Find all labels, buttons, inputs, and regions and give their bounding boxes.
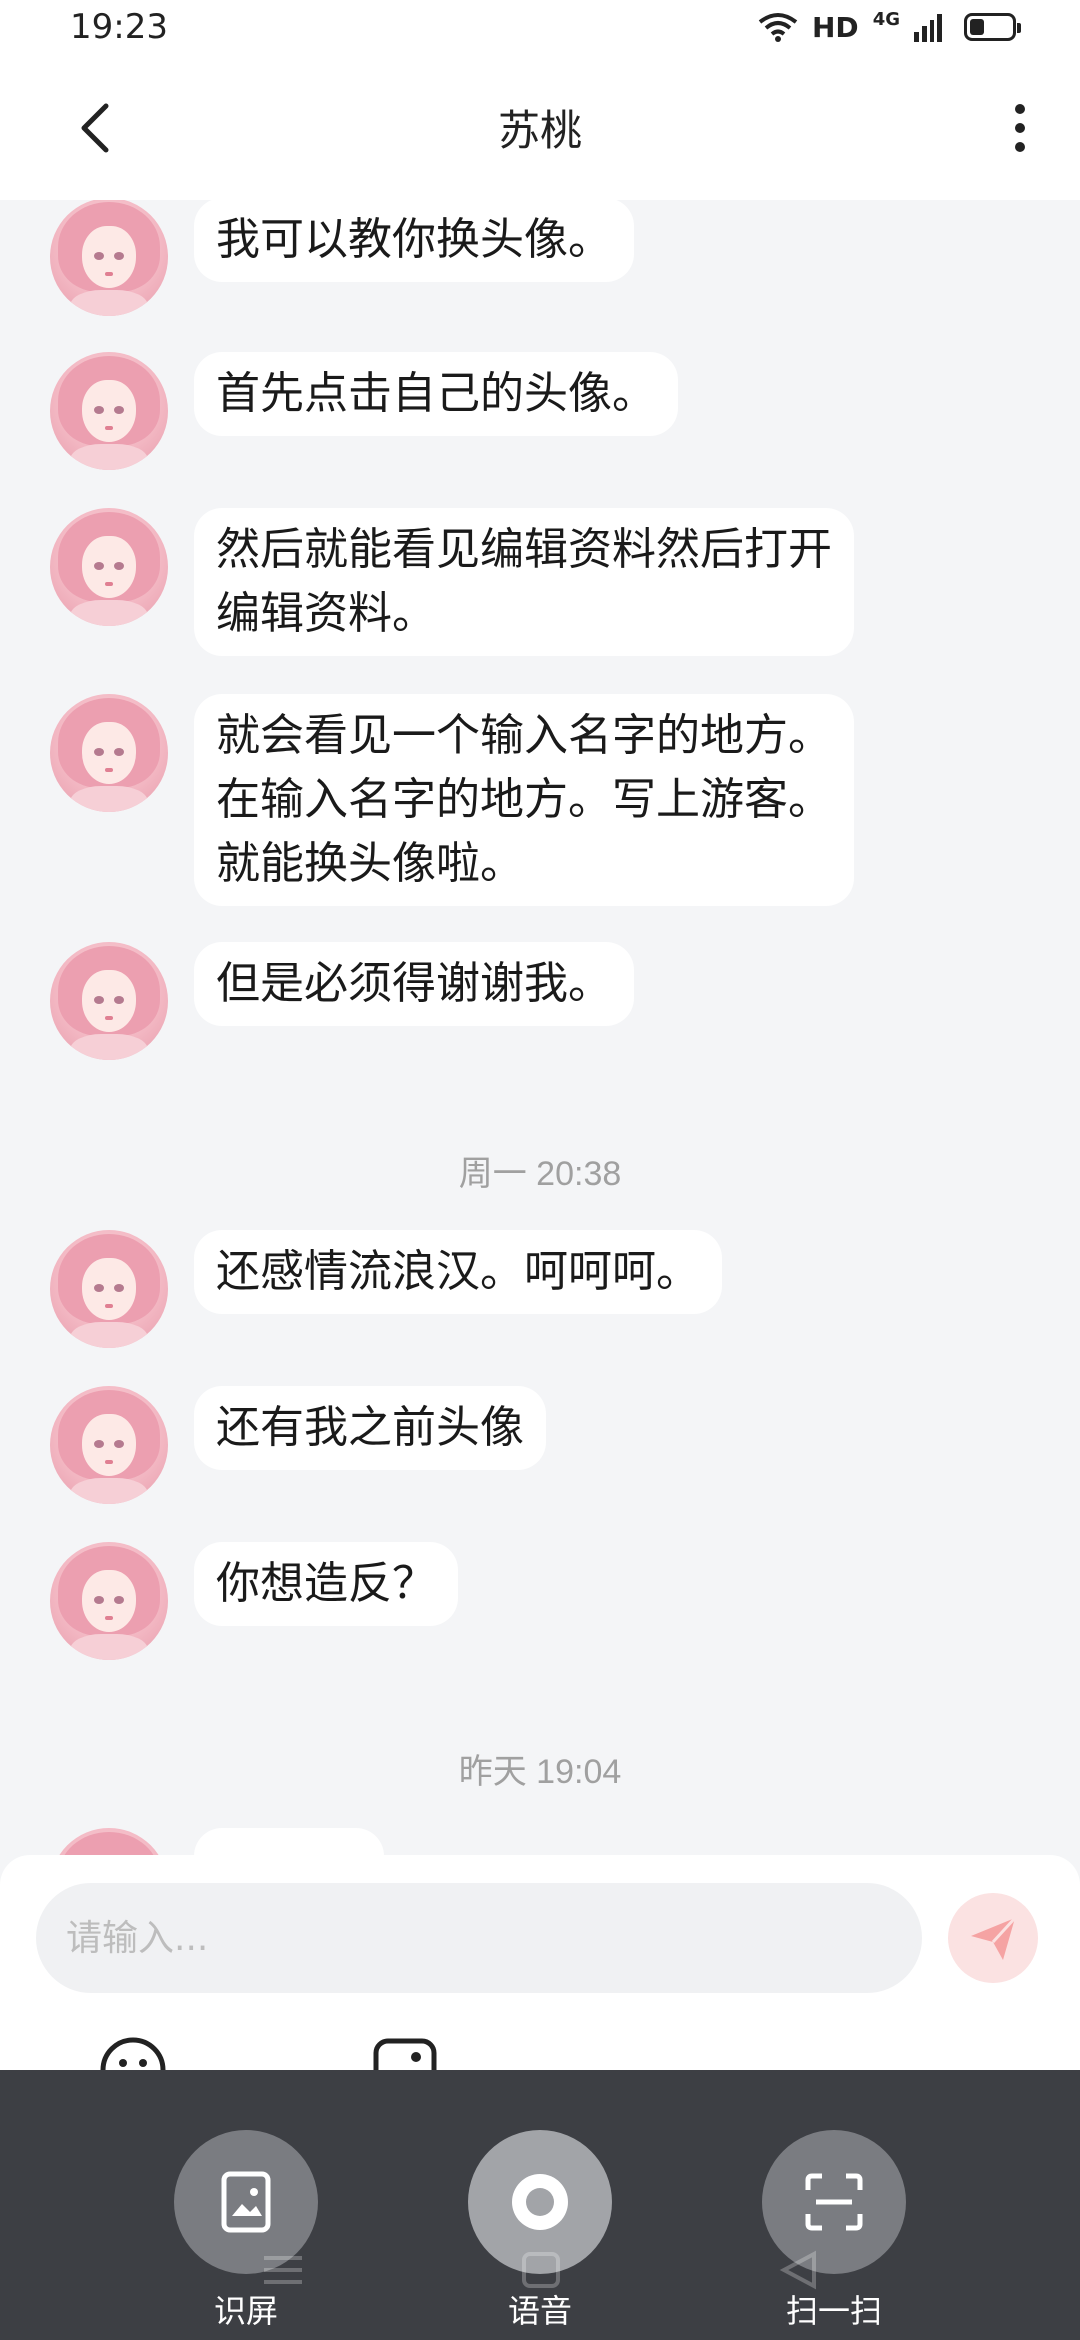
avatar[interactable] [50,508,168,626]
message-row: 首先点击自己的头像。 [50,352,678,470]
back-nav-icon[interactable] [774,2250,824,2290]
home-nav-icon[interactable] [516,2250,566,2290]
message-row: 我可以教你换头像。 [50,200,634,316]
message-bubble[interactable]: 就会看见一个输入名字的地方。 在输入名字的地方。写上游客。 就能换头像啦。 [194,694,854,906]
message-row: 你想造反？ [50,1542,458,1660]
scan-button[interactable]: 扫一扫 [762,2130,906,2332]
more-dot-icon [1015,142,1025,152]
status-time: 19:23 [70,7,168,47]
message-bubble[interactable]: 还有我之前头像 [194,1386,546,1470]
status-bar: 19:23 HD 4G [0,0,1080,54]
back-button[interactable] [66,98,126,158]
scan-icon [805,2173,863,2231]
voice-label: 语音 [507,2292,572,2330]
more-dot-icon [1015,104,1025,114]
menu-nav-icon[interactable] [258,2250,308,2290]
status-icons: HD 4G [758,8,1021,44]
message-row: 就会看见一个输入名字的地方。 在输入名字的地方。写上游客。 就能换头像啦。 [50,694,854,906]
quick-action-overlay: 识屏 语音 扫一扫 [0,2070,1080,2340]
avatar[interactable] [50,942,168,1060]
battery-icon [964,13,1021,41]
avatar[interactable] [50,1386,168,1504]
more-options-button[interactable] [1000,98,1040,158]
message-row: 但是必须得谢谢我。 [50,942,634,1060]
message-list[interactable]: 我可以教你换头像。 首先点击自己的头像。 然后就能看见编辑资料然后打开 编辑资料… [0,200,1080,1860]
chat-title: 苏桃 [497,105,582,155]
hd-indicator: HD [812,10,859,44]
avatar[interactable] [50,1230,168,1348]
avatar[interactable] [50,352,168,470]
message-row: 还有我之前头像 [50,1386,546,1504]
send-icon [971,1916,1017,1960]
network-type: 4G [872,8,900,30]
screen-recognize-label: 识屏 [213,2292,278,2330]
send-button[interactable] [948,1893,1038,1983]
message-row: 然后就能看见编辑资料然后打开 编辑资料。 [50,508,854,656]
message-bubble[interactable]: 还感情流浪汉。呵呵呵。 [194,1230,722,1314]
message-bubble[interactable]: 我可以教你换头像。 [194,200,634,282]
avatar[interactable] [50,694,168,812]
avatar[interactable] [50,1542,168,1660]
message-input[interactable] [36,1883,922,1993]
message-bubble[interactable]: 然后就能看见编辑资料然后打开 编辑资料。 [194,508,854,656]
voice-button[interactable]: 语音 [468,2130,612,2332]
scan-label: 扫一扫 [785,2292,882,2330]
more-dot-icon [1015,123,1025,133]
chat-header: 苏桃 [0,54,1080,200]
wifi-icon [758,13,798,42]
screen-recognize-icon [221,2171,271,2233]
timestamp: 周一 20:38 [458,1155,622,1193]
avatar[interactable] [50,200,168,316]
message-bubble[interactable]: 但是必须得谢谢我。 [194,942,634,1026]
input-panel [0,1855,1080,2103]
signal-icon [914,12,942,42]
voice-icon [512,2174,568,2230]
timestamp: 昨天 19:04 [458,1753,622,1791]
screen-recognize-button[interactable]: 识屏 [174,2130,318,2332]
message-row: 还感情流浪汉。呵呵呵。 [50,1230,722,1348]
message-bubble[interactable]: 你想造反？ [194,1542,458,1626]
message-bubble[interactable]: 首先点击自己的头像。 [194,352,678,436]
